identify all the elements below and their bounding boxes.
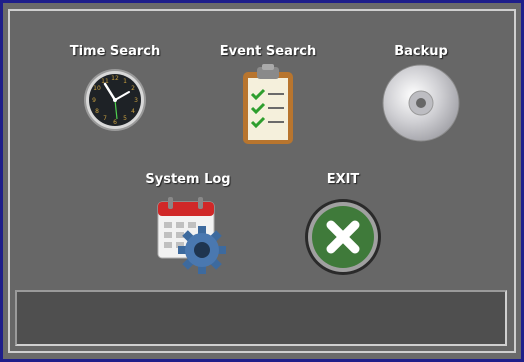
- svg-text:2: 2: [131, 85, 135, 92]
- clock-icon: 12 12 345 678 91011: [84, 69, 146, 131]
- backup-button[interactable]: Backup: [374, 44, 468, 145]
- system-log-button[interactable]: System Log: [134, 172, 242, 278]
- disc-icon: [382, 64, 460, 142]
- time-search-button[interactable]: Time Search 12 1 2 345 678 9 10 11: [57, 44, 173, 133]
- svg-text:10: 10: [93, 85, 101, 92]
- backup-label: Backup: [394, 44, 448, 59]
- svg-text:12: 12: [111, 75, 119, 82]
- svg-text:5: 5: [123, 115, 127, 122]
- svg-text:1: 1: [123, 78, 127, 85]
- exit-button[interactable]: EXIT: [298, 172, 388, 278]
- event-search-button[interactable]: Event Search: [208, 44, 328, 146]
- svg-text:6: 6: [113, 119, 117, 126]
- svg-text:4: 4: [131, 108, 135, 115]
- svg-text:3: 3: [134, 97, 138, 104]
- status-bar: [15, 290, 507, 346]
- svg-text:9: 9: [92, 97, 96, 104]
- svg-text:7: 7: [103, 115, 107, 122]
- calendar-gear-icon: [157, 197, 226, 274]
- event-search-label: Event Search: [219, 44, 317, 59]
- svg-text:8: 8: [95, 108, 99, 115]
- close-icon: [305, 199, 381, 275]
- clipboard-checklist-icon: [243, 64, 293, 144]
- system-log-label: System Log: [145, 172, 231, 187]
- exit-label: EXIT: [326, 172, 360, 187]
- time-search-label: Time Search: [69, 44, 161, 59]
